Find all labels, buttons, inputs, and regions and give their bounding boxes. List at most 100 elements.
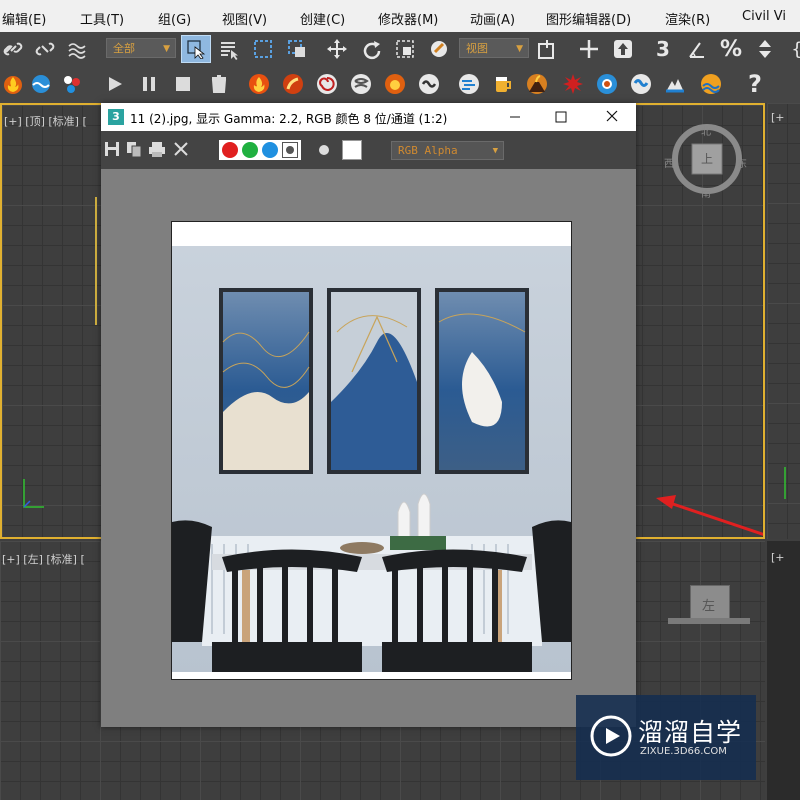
selection-filter-dropdown[interactable]: 全部 ▼ bbox=[106, 38, 176, 58]
unlink-icon[interactable] bbox=[32, 36, 58, 62]
place-icon[interactable] bbox=[426, 36, 452, 62]
play-icon[interactable] bbox=[102, 71, 128, 97]
swirl-icon[interactable] bbox=[348, 71, 374, 97]
viewport-top-right[interactable]: [+ bbox=[767, 103, 800, 539]
keyboard-shortcut-override-icon[interactable] bbox=[610, 36, 636, 62]
viewcube-west-label: 西 bbox=[664, 159, 674, 170]
channel-buttons bbox=[219, 140, 301, 160]
print-icon[interactable] bbox=[148, 141, 166, 157]
chevron-down-icon: ▼ bbox=[516, 44, 523, 54]
menu-item[interactable]: Civil Vi bbox=[742, 9, 786, 24]
green-channel-toggle[interactable] bbox=[242, 142, 258, 158]
stop-icon[interactable] bbox=[170, 71, 196, 97]
wind-icon[interactable] bbox=[456, 71, 482, 97]
vortex-icon[interactable] bbox=[314, 71, 340, 97]
mono-toggle[interactable] bbox=[319, 145, 329, 155]
wave-icon[interactable] bbox=[594, 71, 620, 97]
viewcube-east-label: 东 bbox=[737, 159, 747, 170]
axis-gizmo-icon bbox=[784, 467, 786, 499]
fire-effect-icon[interactable] bbox=[0, 71, 26, 97]
viewport-top-label[interactable]: [+] [顶] [标准] [ bbox=[4, 113, 87, 129]
volcano-icon[interactable] bbox=[524, 71, 550, 97]
red-channel-toggle[interactable] bbox=[222, 142, 238, 158]
save-icon[interactable] bbox=[104, 141, 120, 157]
spinner-snap-icon[interactable] bbox=[752, 36, 778, 62]
rectangular-selection-icon[interactable] bbox=[250, 36, 276, 62]
close-button[interactable] bbox=[600, 107, 624, 127]
menu-item[interactable]: 渲染(R) bbox=[665, 9, 710, 28]
watermark-url: ZIXUE.3D66.COM bbox=[640, 746, 727, 757]
reference-coord-value: 视图 bbox=[466, 42, 488, 55]
move-icon[interactable] bbox=[324, 36, 350, 62]
reference-coord-dropdown[interactable]: 视图 ▼ bbox=[459, 38, 529, 58]
burst-icon[interactable] bbox=[560, 71, 586, 97]
chevron-down-icon: ▼ bbox=[163, 44, 170, 54]
trash-icon[interactable] bbox=[206, 71, 232, 97]
axis-gizmo-icon bbox=[23, 479, 44, 508]
frame-buffer-titlebar[interactable]: 3 11 (2).jpg, 显示 Gamma: 2.2, RGB 颜色 8 位/… bbox=[101, 103, 636, 131]
maximize-button[interactable] bbox=[549, 107, 573, 127]
viewport-tr-label[interactable]: [+ bbox=[771, 111, 785, 124]
menu-item[interactable]: 工具(T) bbox=[80, 9, 124, 28]
menu-item[interactable]: 图形编辑器(D) bbox=[546, 9, 631, 28]
viewcube-top-label: 上 bbox=[701, 152, 714, 166]
select-object-icon[interactable] bbox=[181, 35, 211, 63]
particle-effect-icon[interactable] bbox=[58, 71, 84, 97]
pivot-center-icon[interactable] bbox=[534, 36, 560, 62]
cup-icon[interactable] bbox=[490, 71, 516, 97]
select-manipulate-icon[interactable] bbox=[576, 36, 602, 62]
river-icon[interactable] bbox=[698, 71, 724, 97]
viewport-br-label[interactable]: [+ bbox=[771, 551, 785, 564]
painting-right bbox=[435, 288, 529, 474]
channel-display-dropdown[interactable]: RGB Alpha ▼ bbox=[391, 141, 504, 160]
app-icon: 3 bbox=[108, 109, 124, 125]
blue-channel-toggle[interactable] bbox=[262, 142, 278, 158]
viewport-bottom-right[interactable]: [+ bbox=[767, 541, 800, 800]
scale-icon[interactable] bbox=[392, 36, 418, 62]
viewcube-ring bbox=[668, 618, 750, 624]
menu-item[interactable]: 编辑(E) bbox=[2, 9, 46, 28]
menu-item[interactable]: 动画(A) bbox=[470, 9, 515, 28]
pause-icon[interactable] bbox=[136, 71, 162, 97]
minimize-button[interactable] bbox=[503, 107, 527, 127]
water-effect-icon[interactable] bbox=[28, 71, 54, 97]
menu-item[interactable]: 修改器(M) bbox=[378, 9, 438, 28]
snaps-toggle-icon[interactable]: 3 bbox=[650, 36, 676, 62]
splash-icon[interactable] bbox=[662, 71, 688, 97]
ocean-icon[interactable] bbox=[628, 71, 654, 97]
explosion-icon[interactable] bbox=[382, 71, 408, 97]
edit-named-selection-icon[interactable]: { bbox=[784, 36, 800, 62]
painting-center bbox=[327, 288, 421, 474]
viewcube[interactable]: 上 北 南 西 东 bbox=[664, 119, 747, 200]
angle-snap-icon[interactable] bbox=[684, 36, 710, 62]
viewcube-south-label: 南 bbox=[701, 189, 711, 200]
watermark-logo: 溜溜自学 ZIXUE.3D66.COM bbox=[576, 695, 756, 780]
link-icon[interactable] bbox=[0, 36, 26, 62]
select-by-name-icon[interactable] bbox=[216, 36, 242, 62]
rotate-icon[interactable] bbox=[358, 36, 384, 62]
menu-item[interactable]: 创建(C) bbox=[300, 9, 345, 28]
red-arrow-annotation bbox=[656, 495, 763, 536]
swatch-button[interactable] bbox=[342, 140, 362, 160]
menu-item[interactable]: 组(G) bbox=[158, 9, 191, 28]
rendered-image bbox=[171, 221, 572, 680]
copy-icon[interactable] bbox=[126, 141, 142, 158]
chevron-down-icon: ▼ bbox=[492, 146, 498, 156]
secondary-toolbar: ? bbox=[0, 67, 800, 104]
flame-emitter-icon[interactable] bbox=[246, 71, 272, 97]
play-logo-icon bbox=[590, 715, 632, 757]
turbulence-icon[interactable] bbox=[416, 71, 442, 97]
help-icon[interactable]: ? bbox=[742, 70, 768, 98]
viewcube-north-label: 北 bbox=[701, 127, 711, 138]
clear-icon[interactable] bbox=[173, 141, 189, 157]
watermark-title: 溜溜自学 bbox=[638, 718, 743, 747]
rendered-picture bbox=[172, 222, 571, 679]
percent-snap-icon[interactable]: % bbox=[718, 36, 744, 62]
smoke-effect-icon[interactable] bbox=[280, 71, 306, 97]
menu-item[interactable]: 视图(V) bbox=[222, 9, 267, 28]
painting-left bbox=[219, 288, 313, 474]
alpha-channel-toggle[interactable] bbox=[282, 142, 298, 158]
bind-space-warp-icon[interactable] bbox=[64, 36, 90, 62]
window-crossing-icon[interactable] bbox=[284, 36, 310, 62]
viewport-left-label[interactable]: [+] [左] [标准] [ bbox=[2, 551, 85, 567]
